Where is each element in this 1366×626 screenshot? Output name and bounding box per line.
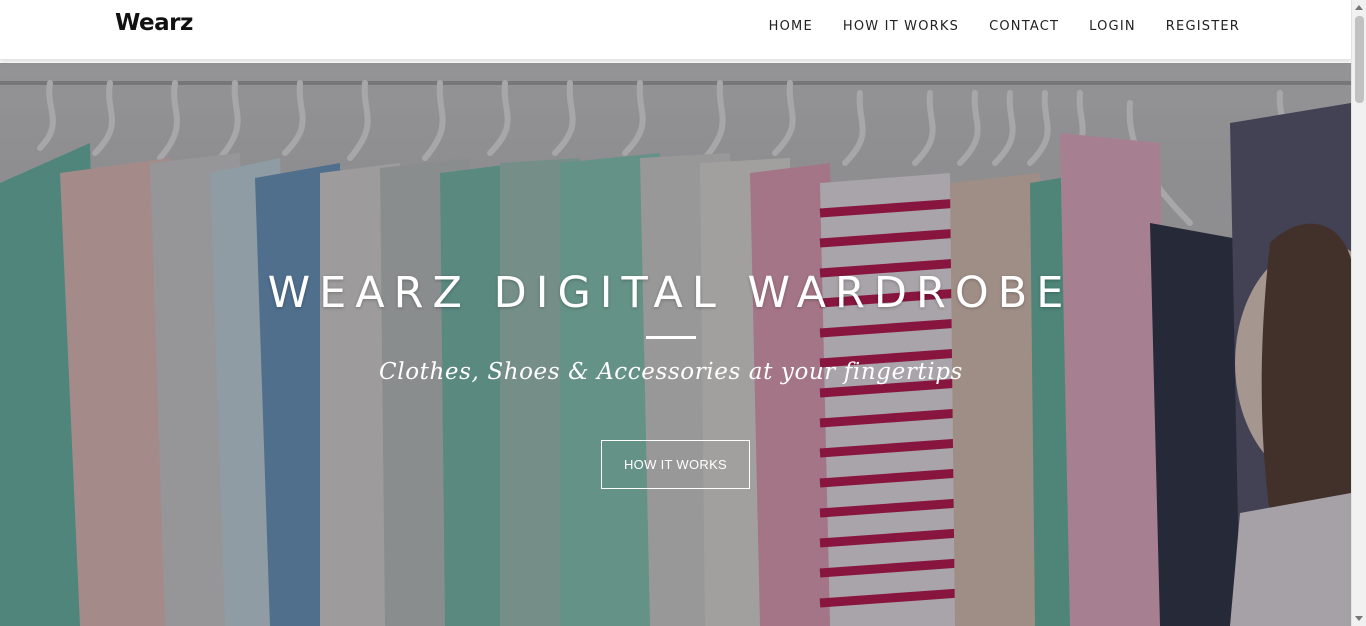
nav-link-register[interactable]: REGISTER: [1166, 19, 1240, 34]
nav-links: HOME HOW IT WORKS CONTACT LOGIN REGISTER: [739, 19, 1240, 34]
hero-subtitle: Clothes, Shoes & Accessories at your fin…: [379, 359, 963, 385]
scroll-down-arrow-icon[interactable]: [1355, 616, 1363, 621]
nav-link-contact[interactable]: CONTACT: [989, 19, 1059, 34]
page-scrollbar[interactable]: [1351, 0, 1366, 626]
how-it-works-button[interactable]: HOW IT WORKS: [601, 440, 750, 489]
nav-link-login[interactable]: LOGIN: [1089, 19, 1136, 34]
hero-title: WEARZ DIGITAL WARDROBE: [267, 268, 1073, 318]
nav-link-how-it-works[interactable]: HOW IT WORKS: [843, 19, 959, 34]
hero-divider: [646, 336, 696, 339]
top-navbar: Wearz HOME HOW IT WORKS CONTACT LOGIN RE…: [0, 0, 1351, 60]
scroll-up-arrow-icon[interactable]: [1355, 5, 1363, 10]
scroll-thumb[interactable]: [1355, 16, 1364, 103]
brand-logo[interactable]: Wearz: [115, 10, 193, 36]
hero-section: WEARZ DIGITAL WARDROBE Clothes, Shoes & …: [0, 63, 1351, 626]
nav-link-home[interactable]: HOME: [769, 19, 813, 34]
hero-dark-overlay: [0, 63, 1351, 626]
